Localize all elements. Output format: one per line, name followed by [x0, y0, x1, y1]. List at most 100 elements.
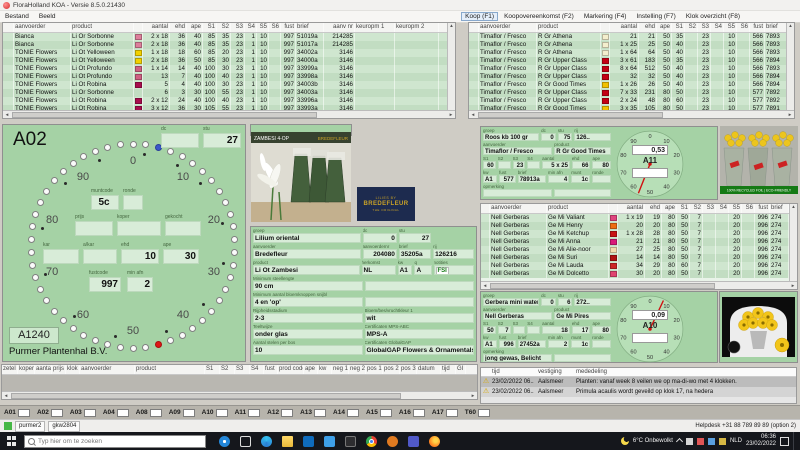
table-row[interactable]: Nell GerberasGe Mi Alie-noor272580507209… — [481, 246, 797, 254]
clock-tab-a10[interactable]: A10 — [202, 409, 228, 417]
table-row[interactable]: Timaflor / FrescoR Gr Upper Class2 x 244… — [469, 97, 794, 105]
scrollbar-horizontal[interactable]: ◄► — [3, 110, 455, 118]
clock-tab-a13[interactable]: A13 — [300, 409, 326, 417]
show-desktop-button[interactable] — [793, 432, 797, 450]
table-row[interactable]: TONIE FlowersLi Ot Profundo1374010040231… — [3, 73, 455, 81]
tab-klok-overzicht-f8-[interactable]: Klok overzicht (F8) — [682, 12, 744, 21]
scrollbar-horizontal[interactable]: ◄► — [2, 391, 477, 399]
scroll-left-icon[interactable]: ◄ — [3, 112, 11, 117]
table-row[interactable]: TONIE FlowersLi Or Sorbonne6330100552311… — [3, 89, 455, 97]
table-row[interactable]: TONIE FlowersLi Ot Robina544010030231109… — [3, 81, 455, 89]
clock-tab-indicator — [18, 409, 30, 417]
tray-expand-icon[interactable] — [676, 437, 683, 444]
table-row[interactable]: Nell GerberasGe Mi Dolcetto3020805072099… — [481, 270, 797, 278]
table-row[interactable]: BiancaLi Or Sorbonne2 x 1836408535231109… — [3, 33, 455, 41]
cell: 23 — [231, 65, 245, 73]
table-row[interactable]: TONIE FlowersLi Ot Robina2 x 12244010040… — [3, 97, 455, 105]
scroll-left-icon[interactable]: ◄ — [481, 283, 489, 288]
taskbar-icon-chrome[interactable] — [366, 436, 377, 447]
message-row[interactable]: ⚠23/02/2022 06..AalsmeerPrimula acaulis … — [481, 387, 796, 397]
taskbar-clock[interactable]: 06:36 23/02/2022 — [746, 434, 776, 448]
scroll-thumb[interactable] — [478, 112, 663, 118]
scroll-up-icon[interactable]: ▲ — [788, 23, 792, 28]
table-row[interactable]: Nell GerberasGe Mi Ketchup1 x 2828805072… — [481, 230, 797, 238]
scroll-right-icon[interactable]: ► — [789, 283, 797, 288]
tray-icon[interactable] — [686, 438, 693, 445]
table-row[interactable]: Nell GerberasGe Mi Lauda3429806072099627… — [481, 262, 797, 270]
scroll-thumb[interactable] — [490, 283, 715, 289]
scrollbar-vertical[interactable]: ▲▼ — [447, 23, 455, 118]
message-row[interactable]: ⚠23/02/2022 06..AalsmeerPlanten: vanaf w… — [481, 377, 796, 387]
clock-tab-a12[interactable]: A12 — [267, 409, 293, 417]
clock-tab-a04[interactable]: A04 — [103, 409, 129, 417]
scrollbar-horizontal[interactable]: ◄► — [469, 110, 794, 118]
table-row[interactable]: Nell GerberasGe Mi Valiant1 x 1919805072… — [481, 214, 797, 222]
scroll-thumb[interactable] — [12, 112, 317, 118]
taskbar-icon-mail[interactable] — [324, 436, 335, 447]
taskbar-icon-search-app[interactable] — [345, 436, 356, 447]
tab-koop-f1-[interactable]: Koop (F1) — [461, 12, 498, 21]
taskbar-icon-store[interactable] — [303, 436, 314, 447]
scroll-right-icon[interactable]: ► — [447, 112, 455, 117]
scroll-right-icon[interactable]: ► — [469, 393, 477, 398]
table-row[interactable]: Timaflor / FrescoR Gr Athena212150352310… — [469, 33, 794, 41]
clock-tab-a16[interactable]: A16 — [399, 409, 425, 417]
start-button[interactable] — [7, 436, 17, 446]
scrollbar-vertical[interactable]: ▲▼ — [786, 23, 794, 118]
taskbar-icon-firefox[interactable] — [429, 436, 440, 447]
taskbar-icon-teams[interactable] — [408, 436, 419, 447]
table-row[interactable]: Timaflor / FrescoR Gr Upper Class3 x 611… — [469, 57, 794, 65]
language-indicator[interactable]: NLD — [730, 438, 742, 444]
table-row[interactable]: Timaflor / FrescoR Gr Upper Class7 x 332… — [469, 89, 794, 97]
scroll-up-icon[interactable]: ▲ — [791, 204, 795, 209]
scroll-right-icon[interactable]: ► — [786, 112, 794, 117]
taskbar-icon-cortana[interactable] — [219, 436, 230, 447]
table-row[interactable]: TONIE FlowersLi Ot Profundo1 x 141440100… — [3, 65, 455, 73]
scrollbar-vertical[interactable]: ▲▼ — [789, 204, 797, 289]
clock-tab-a02[interactable]: A02 — [37, 409, 63, 417]
scroll-up-icon[interactable]: ▲ — [449, 23, 453, 28]
menu-bestand[interactable]: Bestand — [0, 13, 34, 20]
action-center-icon[interactable] — [780, 437, 789, 446]
clock-tab-a03[interactable]: A03 — [70, 409, 96, 417]
tray-icon[interactable] — [719, 438, 726, 445]
cell: 25 — [645, 246, 662, 254]
table-row[interactable]: TONIE FlowersLi Ot Yelloween1 x 18186085… — [3, 49, 455, 57]
table-row[interactable]: Timaflor / FrescoR Gr Good Times1 x 2626… — [469, 81, 794, 89]
table-row[interactable]: Timaflor / FrescoR Gr Upper Class3232504… — [469, 73, 794, 81]
table-row[interactable]: Timaflor / FrescoR Gr Upper Class8 x 645… — [469, 65, 794, 73]
cell — [737, 65, 750, 73]
scroll-left-icon[interactable]: ◄ — [469, 112, 477, 117]
taskbar-icon-java[interactable] — [387, 436, 398, 447]
table-row[interactable]: TONIE FlowersLi Ot Yelloween2 x 18365085… — [3, 57, 455, 65]
table-row[interactable]: Nell GerberasGe Mi Anna21218050720996274 — [481, 238, 797, 246]
tray-icon[interactable] — [708, 438, 715, 445]
weather-moon-icon[interactable] — [621, 437, 629, 445]
tab-markering-f4-[interactable]: Markering (F4) — [580, 12, 631, 21]
clock-tab-a09[interactable]: A09 — [169, 409, 195, 417]
menu-beeld[interactable]: Beeld — [34, 13, 61, 20]
weather-text[interactable]: 6°C Onbewolkt — [633, 438, 673, 444]
clock-tab-a17[interactable]: A17 — [432, 409, 458, 417]
clock-tab-a15[interactable]: A15 — [366, 409, 392, 417]
scroll-left-icon[interactable]: ◄ — [2, 393, 10, 398]
table-row[interactable]: Timaflor / FrescoR Gr Athena1 x 25255040… — [469, 41, 794, 49]
table-row[interactable]: BiancaLi Or Sorbonne2 x 1836408535231109… — [3, 41, 455, 49]
taskbar-icon-edge[interactable] — [261, 436, 272, 447]
taskbar-icon-task-view[interactable] — [240, 436, 251, 447]
tray-icon[interactable] — [697, 438, 704, 445]
clock-tab-a11[interactable]: A11 — [235, 409, 261, 417]
table-row[interactable]: Nell GerberasGe Mi Suri14148050720996274 — [481, 254, 797, 262]
clock-tab-a01[interactable]: A01 — [4, 409, 30, 417]
scroll-thumb[interactable] — [11, 393, 401, 399]
table-row[interactable]: Nell GerberasGe Mi Henry2020805072099627… — [481, 222, 797, 230]
clock-tab-a08[interactable]: A08 — [136, 409, 162, 417]
taskbar-icon-explorer[interactable] — [282, 436, 293, 447]
table-row[interactable]: Timaflor / FrescoR Gr Athena1 x 64645040… — [469, 49, 794, 57]
scrollbar-horizontal[interactable]: ◄► — [481, 281, 797, 289]
tab-koopovereenkomst-f2-[interactable]: Koopovereenkomst (F2) — [500, 12, 578, 21]
tab-instelling-f7-[interactable]: Instelling (F7) — [632, 12, 679, 21]
clock-tab-t60[interactable]: T60 — [465, 409, 490, 417]
clock-tab-a14[interactable]: A14 — [333, 409, 359, 417]
taskbar-search-input[interactable]: Typ hier om te zoeken — [24, 435, 206, 448]
